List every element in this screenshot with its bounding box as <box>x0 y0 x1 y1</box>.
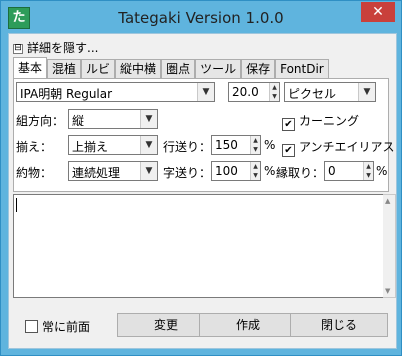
always-on-top-label: 常に前面 <box>42 320 91 334</box>
tab-tatechuyoko[interactable]: 縦中横 <box>115 59 162 78</box>
align-select[interactable]: 上揃え ▼ <box>68 135 158 155</box>
details-toggle-label: 詳細を隠す... <box>27 41 99 55</box>
margin-value: 0 <box>328 164 336 178</box>
basic-settings-panel: IPA明朝 Regular ▼ 20.0 ▲ ▼ ピクセル ▼ 組方向： 縦 ▼ … <box>13 78 395 192</box>
spin-arrows-icon[interactable]: ▲ ▼ <box>363 162 373 180</box>
char-spacing-value: 100 <box>215 164 238 178</box>
margin-stepper[interactable]: 0 ▲ ▼ <box>324 161 374 181</box>
line-spacing-unit: % <box>264 138 276 152</box>
close-window-button[interactable]: ✕ <box>361 2 395 22</box>
antialias-label: アンチエイリアス <box>299 140 395 154</box>
chevron-down-icon: ▼ <box>197 83 214 101</box>
font-size-value: 20.0 <box>232 85 259 99</box>
kerning-label: カーニング <box>299 114 360 128</box>
spin-arrows-icon[interactable]: ▲ ▼ <box>250 136 260 154</box>
kerning-checkbox[interactable]: ✔ カーニング <box>282 112 359 131</box>
chevron-down-icon: ▼ <box>140 162 157 180</box>
tab-save[interactable]: 保存 <box>241 59 276 78</box>
line-spacing-value: 150 <box>215 138 238 152</box>
app-window: た Tategaki Version 1.0.0 ✕ ⊟ 詳細を隠す... 基本 … <box>0 0 402 356</box>
tab-bar: 基本 混植 ルビ 縦中横 圏点 ツール 保存 FontDir <box>13 57 329 78</box>
direction-value: 縦 <box>72 114 85 128</box>
margin-unit: % <box>376 164 388 178</box>
chevron-down-icon: ▼ <box>140 110 157 128</box>
close-button[interactable]: 閉じる <box>290 313 388 337</box>
always-on-top-checkbox[interactable]: 常に前面 <box>25 318 90 335</box>
font-family-value: IPA明朝 Regular <box>20 87 113 101</box>
chevron-down-icon: ▼ <box>140 136 157 154</box>
spin-arrows-icon[interactable]: ▲ ▼ <box>269 83 279 101</box>
scroll-down-icon[interactable]: ▼ <box>385 287 390 295</box>
font-unit-select[interactable]: ピクセル ▼ <box>284 82 376 102</box>
checkmark-icon: ✔ <box>282 118 295 131</box>
tab-emphasis[interactable]: 圏点 <box>161 59 196 78</box>
text-caret <box>16 198 17 212</box>
window-title: Tategaki Version 1.0.0 <box>118 9 284 27</box>
char-spacing-label: 字送り： <box>163 166 212 180</box>
font-unit-value: ピクセル <box>288 87 337 101</box>
chevron-down-icon: ▼ <box>358 83 375 101</box>
tab-basic[interactable]: 基本 <box>13 57 48 78</box>
antialias-checkbox[interactable]: ✔ アンチエイリアス <box>282 138 395 157</box>
direction-select[interactable]: 縦 ▼ <box>68 109 158 129</box>
collapse-icon: ⊟ <box>13 42 23 54</box>
direction-label: 組方向： <box>16 114 65 128</box>
kinsoku-value: 連続処理 <box>72 166 121 180</box>
scroll-up-icon[interactable]: ▲ <box>385 197 390 205</box>
margin-label: 縁取り： <box>276 166 325 180</box>
tab-tools[interactable]: ツール <box>195 59 242 78</box>
details-toggle[interactable]: ⊟ 詳細を隠す... <box>13 39 98 56</box>
kinsoku-select[interactable]: 連続処理 ▼ <box>68 161 158 181</box>
title-bar[interactable]: た Tategaki Version 1.0.0 ✕ <box>1 1 401 33</box>
align-label: 揃え： <box>16 140 53 154</box>
spin-arrows-icon[interactable]: ▲ ▼ <box>250 162 260 180</box>
line-spacing-label: 行送り： <box>163 140 212 154</box>
text-input-area[interactable]: ▲ ▼ <box>13 194 396 298</box>
tab-fontdir[interactable]: FontDir <box>275 59 329 78</box>
font-size-stepper[interactable]: 20.0 ▲ ▼ <box>228 82 280 102</box>
client-area: ⊟ 詳細を隠す... 基本 混植 ルビ 縦中横 圏点 ツール 保存 FontDir… <box>8 33 397 349</box>
create-button[interactable]: 作成 <box>199 313 297 337</box>
tab-mixed[interactable]: 混植 <box>47 59 82 78</box>
char-spacing-unit: % <box>264 164 276 178</box>
font-family-select[interactable]: IPA明朝 Regular ▼ <box>16 82 215 102</box>
kinsoku-label: 約物： <box>16 166 53 180</box>
checkmark-icon: ✔ <box>282 144 295 157</box>
tab-ruby[interactable]: ルビ <box>81 59 116 78</box>
checkbox-box <box>25 320 38 333</box>
line-spacing-stepper[interactable]: 150 ▲ ▼ <box>211 135 261 155</box>
align-value: 上揃え <box>72 140 109 154</box>
vertical-scrollbar[interactable]: ▲ ▼ <box>383 194 396 298</box>
char-spacing-stepper[interactable]: 100 ▲ ▼ <box>211 161 261 181</box>
